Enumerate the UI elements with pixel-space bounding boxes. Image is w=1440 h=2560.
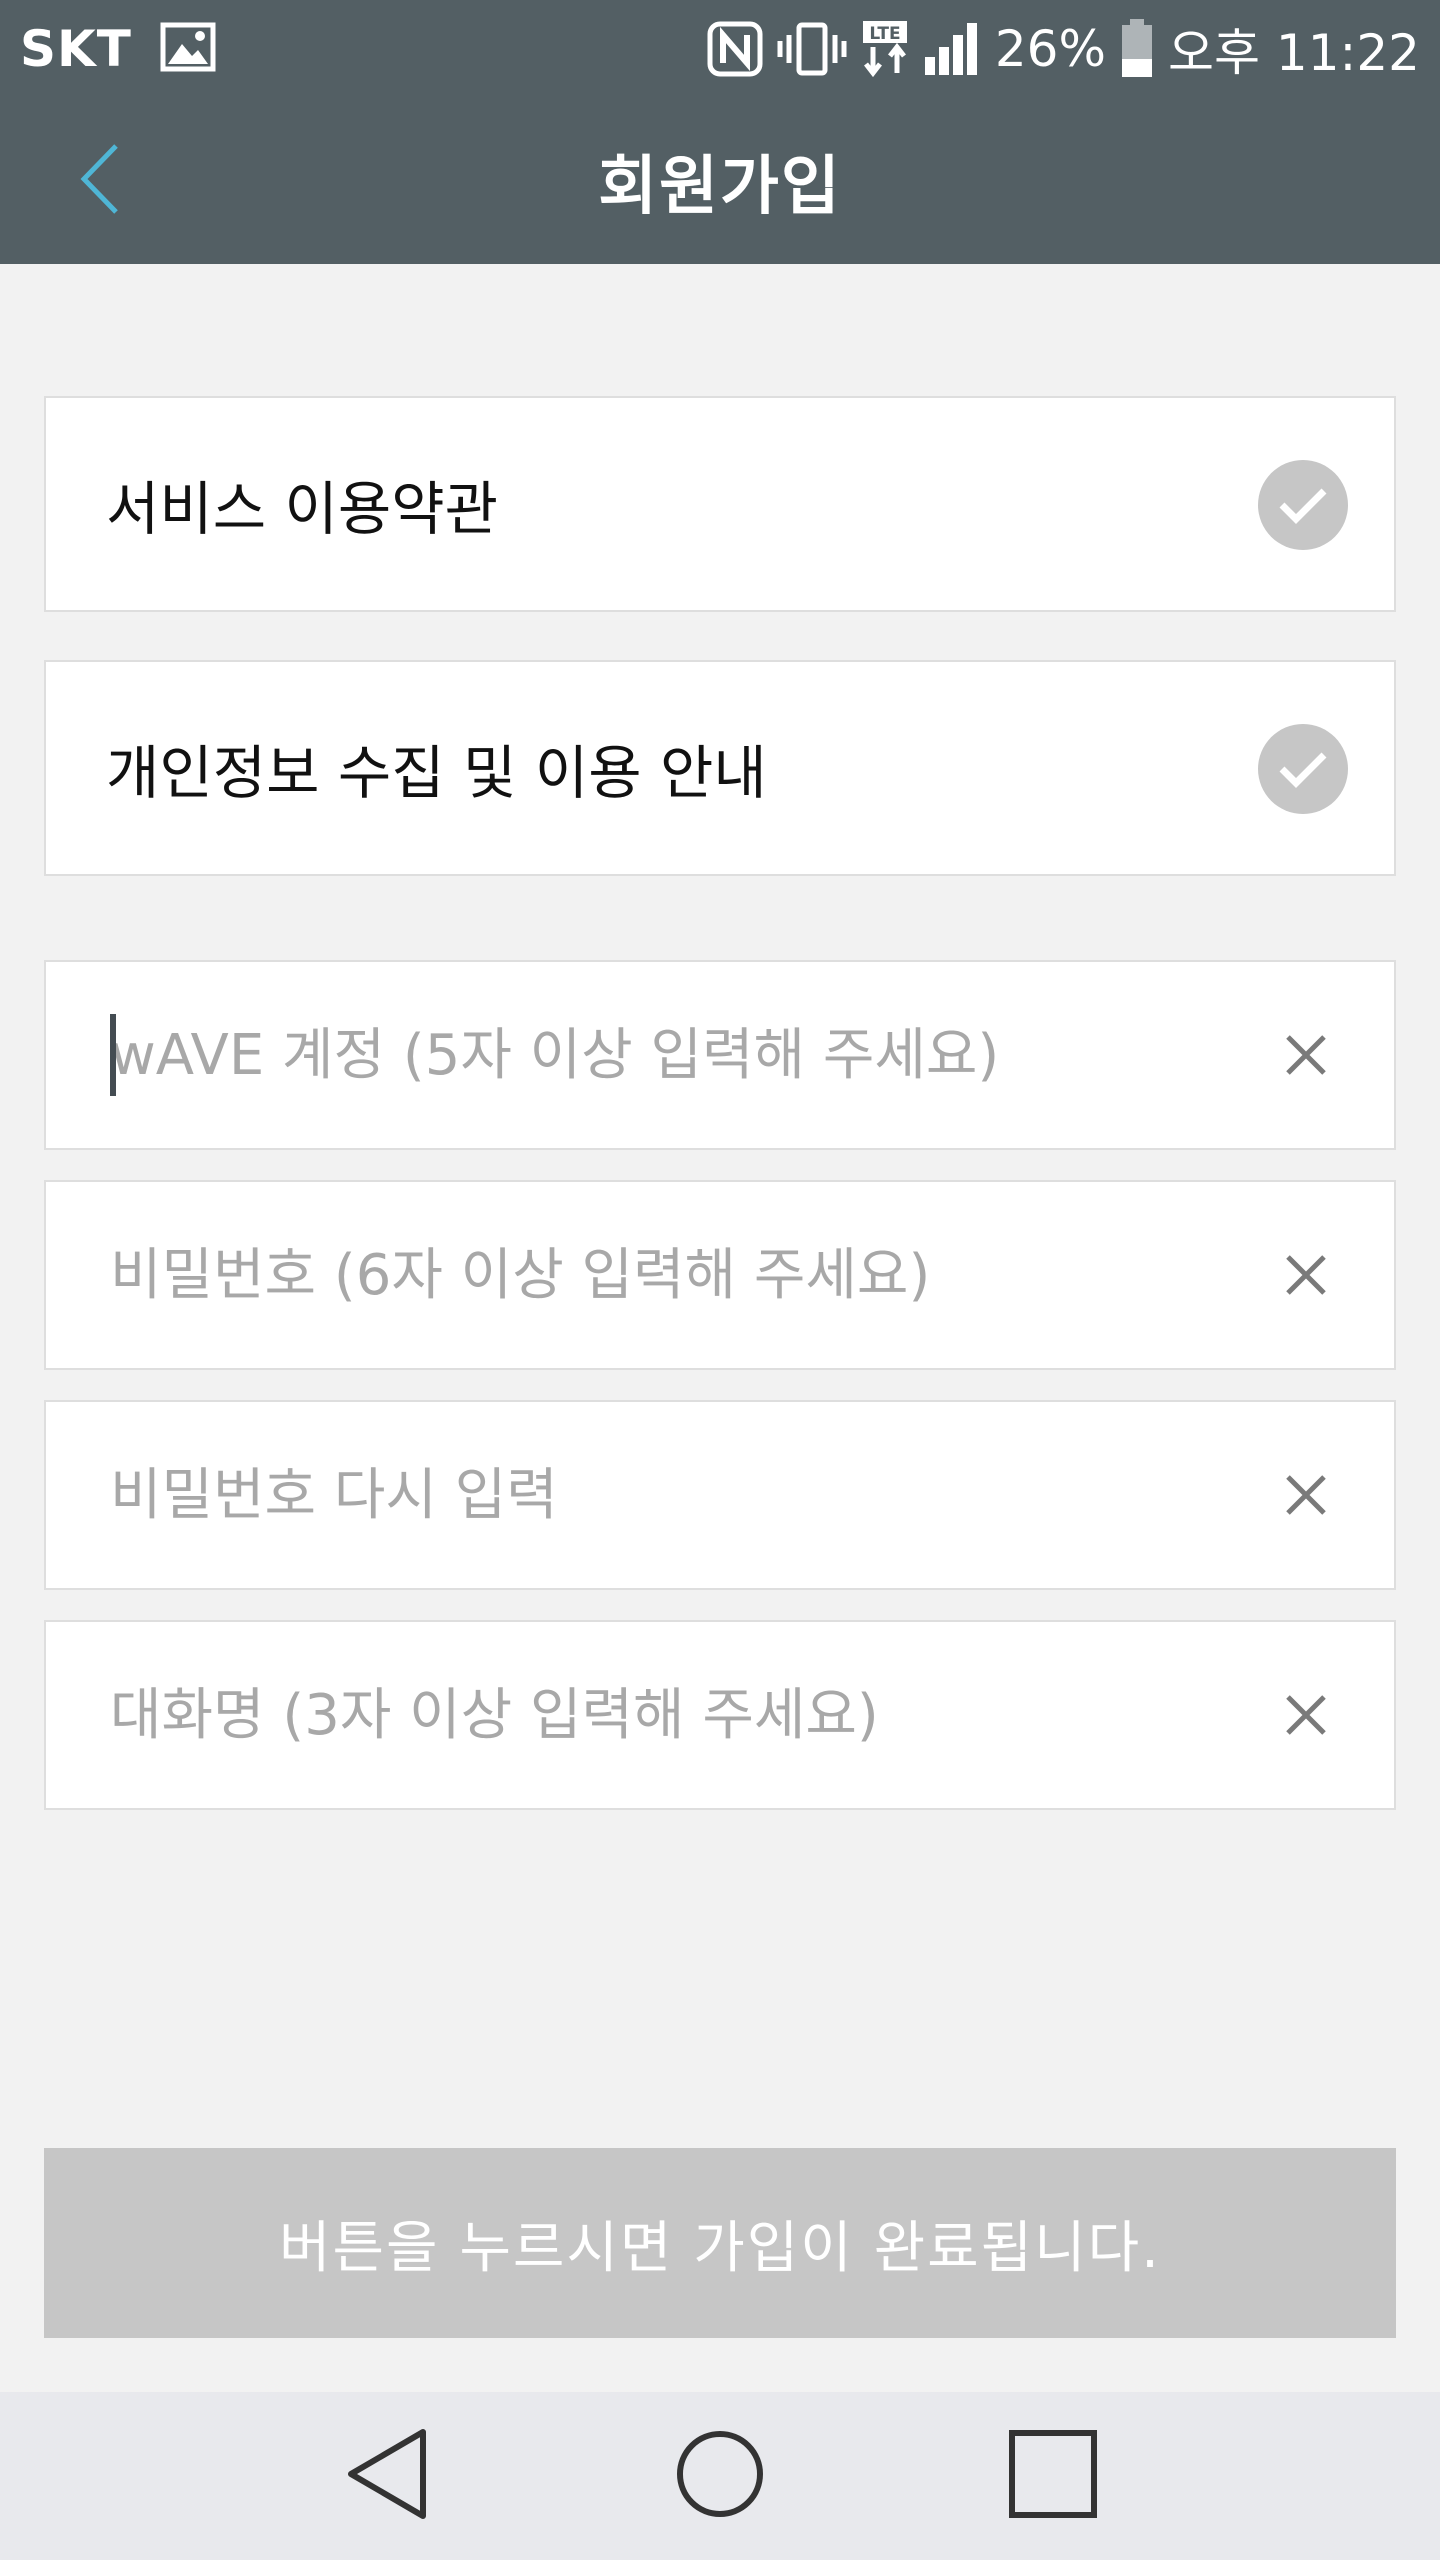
clear-icon[interactable] (1266, 1015, 1346, 1095)
nav-back-icon (345, 2428, 429, 2524)
clear-icon[interactable] (1266, 1675, 1346, 1755)
nav-home-button[interactable] (650, 2406, 790, 2546)
nav-recents-button[interactable] (983, 2406, 1123, 2546)
battery-percent: 26% (994, 20, 1106, 78)
signal-icon (923, 21, 981, 77)
back-arrow-icon (78, 142, 122, 220)
nav-back-button[interactable] (317, 2406, 457, 2546)
nickname-field-container (44, 1620, 1396, 1810)
nav-recents-icon (1008, 2429, 1098, 2523)
password-input[interactable] (110, 1242, 1254, 1308)
lte-icon: LTE (861, 19, 909, 79)
check-icon[interactable] (1258, 724, 1348, 814)
password-confirm-input[interactable] (110, 1462, 1254, 1528)
image-icon (160, 22, 216, 76)
clock: 오후 11:22 (1168, 24, 1420, 82)
vibrate-icon (777, 21, 847, 77)
nfc-icon (707, 21, 763, 77)
system-nav-bar (0, 2392, 1440, 2560)
svg-text:LTE: LTE (869, 24, 900, 44)
privacy-policy-item[interactable]: 개인정보 수집 및 이용 안내 (44, 660, 1396, 876)
privacy-policy-label: 개인정보 수집 및 이용 안내 (106, 739, 767, 807)
status-bar: SKT LTE 26% 오후 11:22 (0, 0, 1440, 98)
back-button[interactable] (40, 118, 160, 244)
carrier-label: SKT (20, 20, 132, 78)
terms-of-service-label: 서비스 이용약관 (106, 475, 498, 543)
password-confirm-field-container (44, 1400, 1396, 1590)
password-field-container (44, 1180, 1396, 1370)
submit-button[interactable]: 버튼을 누르시면 가입이 완료됩니다. (44, 2148, 1396, 2338)
clear-icon[interactable] (1266, 1235, 1346, 1315)
account-input[interactable] (110, 1022, 1254, 1088)
page-title: 회원가입 (598, 150, 842, 224)
battery-icon (1120, 19, 1154, 79)
check-icon[interactable] (1258, 460, 1348, 550)
nickname-input[interactable] (110, 1682, 1254, 1748)
app-header: 회원가입 (0, 98, 1440, 264)
text-caret (110, 1014, 116, 1096)
clear-icon[interactable] (1266, 1455, 1346, 1535)
terms-of-service-item[interactable]: 서비스 이용약관 (44, 396, 1396, 612)
account-field-container (44, 960, 1396, 1150)
nav-home-icon (675, 2429, 765, 2523)
